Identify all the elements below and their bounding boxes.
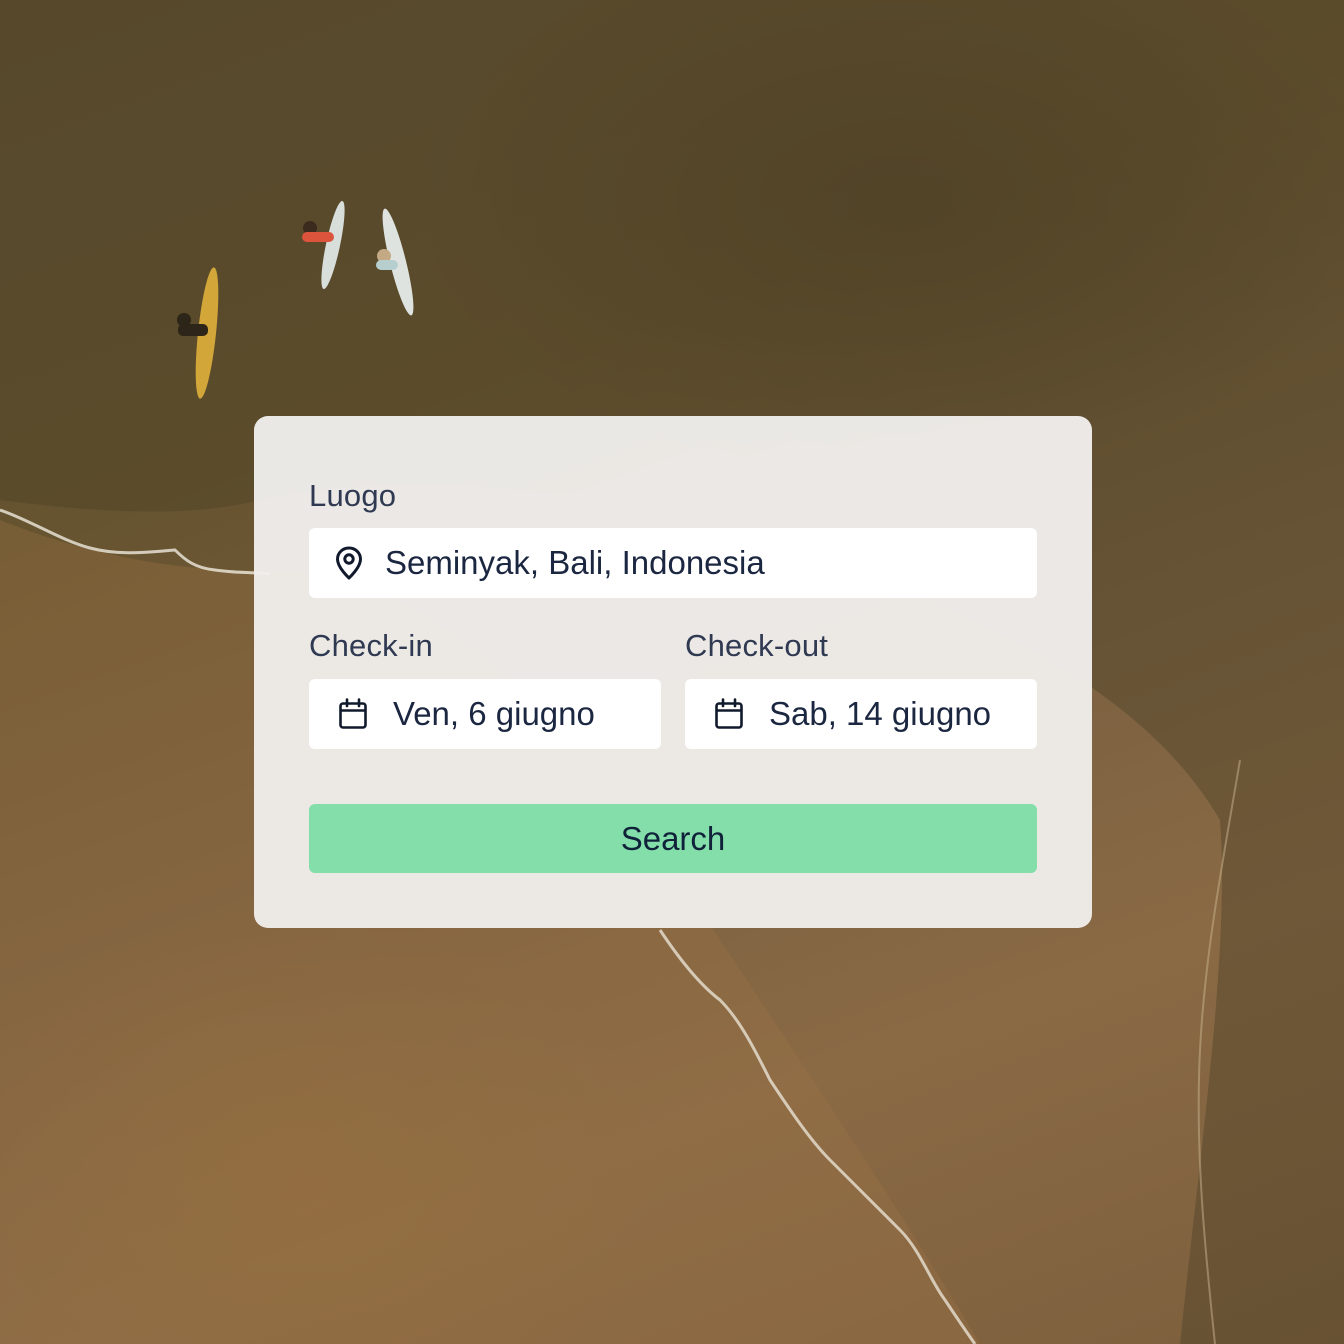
checkin-label: Check-in [309, 628, 433, 663]
location-label: Luogo [309, 478, 397, 513]
checkout-field[interactable]: Sab, 14 giugno [685, 679, 1037, 749]
calendar-icon [713, 697, 745, 731]
search-card: Luogo Seminyak, Bali, Indonesia Check-in [254, 416, 1092, 928]
checkout-label: Check-out [685, 628, 829, 663]
checkin-field[interactable]: Ven, 6 giugno [309, 679, 661, 749]
map-pin-icon [333, 546, 365, 580]
location-field[interactable]: Seminyak, Bali, Indonesia [309, 528, 1037, 598]
search-button[interactable]: Search [309, 804, 1037, 873]
checkin-value: Ven, 6 giugno [393, 695, 595, 732]
checkout-value: Sab, 14 giugno [769, 695, 992, 732]
location-value: Seminyak, Bali, Indonesia [385, 544, 765, 581]
calendar-icon [337, 697, 369, 731]
background-photo: Luogo Seminyak, Bali, Indonesia Check-in [0, 0, 1344, 1344]
